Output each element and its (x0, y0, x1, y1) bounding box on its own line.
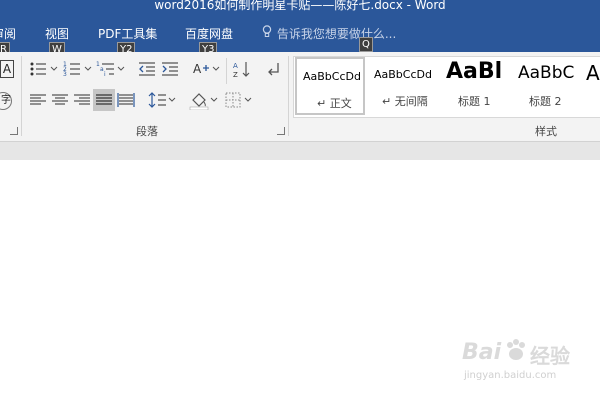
svg-text:Z: Z (233, 71, 238, 79)
style-name: ↵ 正文 (317, 97, 352, 110)
style-sample: A (586, 61, 600, 85)
tab-review[interactable]: 审阅 (0, 25, 16, 42)
paw-icon (503, 338, 529, 368)
style-normal[interactable]: AaBbCcDd ↵ 正文 (295, 57, 365, 115)
sort-icon: AZ (232, 59, 252, 79)
chinese-layout-dropdown[interactable] (212, 66, 220, 72)
line-spacing-dropdown[interactable] (168, 97, 176, 103)
style-title[interactable]: A (584, 57, 600, 115)
center-icon (50, 90, 70, 110)
style-sample: AaBbCcDd (303, 70, 361, 83)
svg-text:A: A (193, 62, 202, 76)
align-right-button[interactable] (72, 90, 92, 110)
group-separator (288, 56, 289, 136)
styles-gallery: AaBbCcDd ↵ 正文 AaBbCcDd ↵ 无间隔 AaBl 标题 1 A… (293, 56, 600, 118)
keytip-tell-me: Q (359, 37, 373, 52)
style-name: 标题 1 (458, 95, 491, 108)
justify-button[interactable] (93, 89, 115, 111)
multilevel-list-icon: 1ai (96, 59, 116, 79)
style-heading-2[interactable]: AaBbC 标题 2 (512, 57, 582, 115)
shading-button[interactable] (189, 90, 209, 110)
tab-pdf-tools[interactable]: PDF工具集 (98, 25, 157, 42)
numbering-icon: 123 (62, 59, 82, 79)
align-left-icon (28, 90, 48, 110)
paragraph-dialog-launcher[interactable] (277, 127, 285, 135)
shading-dropdown[interactable] (210, 97, 218, 103)
numbering-button[interactable]: 123 (62, 59, 82, 79)
char-border-button[interactable]: A (0, 60, 14, 78)
align-right-icon (72, 90, 92, 110)
bullets-icon (28, 59, 48, 79)
toolbar-separator (226, 58, 227, 84)
borders-dropdown[interactable] (244, 97, 252, 103)
font-dialog-launcher[interactable] (10, 127, 18, 135)
chinese-layout-button[interactable]: A (192, 59, 212, 79)
group-label-styles: 样式 (535, 125, 557, 138)
decrease-indent-icon (137, 59, 157, 79)
show-marks-icon (264, 59, 284, 79)
center-button[interactable] (50, 90, 70, 110)
style-sample: AaBl (446, 59, 503, 84)
watermark-url: jingyan.baidu.com (464, 370, 557, 381)
window-title: word2016如何制作明星卡贴——陈好七.docx - Word (154, 0, 446, 12)
increase-indent-button[interactable] (160, 59, 180, 79)
watermark-brand-2: 经验 (530, 344, 570, 368)
align-left-button[interactable] (28, 90, 48, 110)
numbering-dropdown[interactable] (84, 66, 92, 72)
borders-icon (223, 90, 243, 110)
tab-view[interactable]: 视图 (45, 25, 69, 42)
baidu-jingyan-watermark: Bai 经验 jingyan.baidu.com (462, 338, 592, 390)
line-spacing-button[interactable] (148, 90, 168, 110)
bullets-button[interactable] (28, 59, 48, 79)
distributed-button[interactable] (116, 90, 136, 110)
svg-text:i: i (104, 71, 106, 78)
multilevel-list-dropdown[interactable] (117, 66, 125, 72)
tab-baidu-netdisk[interactable]: 百度网盘 (185, 25, 233, 42)
increase-indent-icon (160, 59, 180, 79)
shading-icon (189, 90, 209, 110)
decrease-indent-button[interactable] (137, 59, 157, 79)
svg-text:3: 3 (63, 71, 67, 78)
watermark-brand: Bai (462, 340, 502, 365)
group-label-paragraph: 段落 (136, 125, 158, 138)
style-no-spacing[interactable]: AaBbCcDd ↵ 无间隔 (368, 57, 438, 115)
borders-button[interactable] (223, 90, 243, 110)
bullets-dropdown[interactable] (50, 66, 58, 72)
line-spacing-icon (148, 90, 168, 110)
multilevel-list-button[interactable]: 1ai (96, 59, 116, 79)
sort-button[interactable]: AZ (232, 59, 252, 79)
show-marks-button[interactable] (264, 59, 284, 79)
paragraph-mark-icon: ↵ (382, 95, 392, 108)
style-name: ↵ 无间隔 (382, 95, 428, 108)
distributed-icon (116, 90, 136, 110)
style-sample: AaBbC (518, 63, 575, 83)
group-separator (21, 56, 22, 136)
lightbulb-icon (262, 25, 273, 41)
svg-text:A: A (233, 62, 238, 70)
style-sample: AaBbCcDd (374, 68, 432, 81)
tell-me-box[interactable]: 告诉我您想要做什么... (262, 25, 396, 42)
paragraph-mark-icon: ↵ (317, 97, 327, 110)
justify-icon (93, 89, 115, 111)
ribbon-bottom-bar (0, 141, 600, 161)
chinese-layout-icon: A (192, 59, 212, 79)
style-name: 标题 2 (529, 95, 562, 108)
tell-me-text: 告诉我您想要做什么... (276, 27, 397, 41)
style-heading-1[interactable]: AaBl 标题 1 (440, 57, 510, 115)
title-bar: word2016如何制作明星卡贴——陈好七.docx - Word (0, 0, 600, 12)
